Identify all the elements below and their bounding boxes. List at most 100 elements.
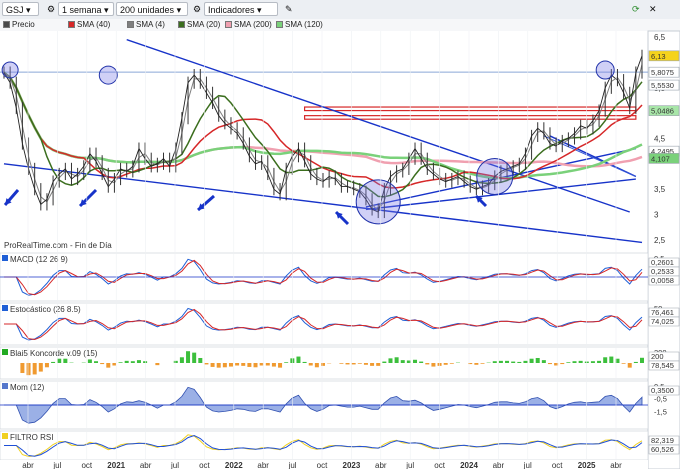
x-axis-tick-label: jul: [170, 461, 179, 469]
koncorde-bar: [20, 363, 25, 374]
koncorde-bar: [363, 363, 368, 365]
koncorde-bar: [547, 363, 552, 365]
chart-canvas[interactable]: 6,55,54,53,532,56,135,80755,55305,04864,…: [0, 0, 680, 469]
koncorde-bar: [566, 362, 571, 363]
koncorde-bar: [357, 363, 362, 364]
x-axis-tick-label: 2022: [225, 461, 243, 469]
koncorde-bar: [296, 356, 301, 363]
koncorde-bar: [51, 361, 56, 363]
x-axis-tick-label: 2025: [578, 461, 596, 469]
koncorde-bar: [523, 360, 528, 363]
koncorde-bar: [376, 363, 381, 366]
koncorde-bar: [106, 363, 111, 368]
koncorde-bar: [425, 363, 430, 365]
koncorde-bar: [590, 361, 595, 363]
koncorde-bar: [278, 363, 283, 368]
sub-panel-swatch: [2, 383, 8, 389]
koncorde-bar: [253, 363, 258, 368]
koncorde-bar: [480, 363, 485, 364]
koncorde-bar: [87, 359, 92, 363]
koncorde-bar: [621, 363, 626, 364]
koncorde-bar: [382, 361, 387, 363]
koncorde-bar: [284, 362, 289, 363]
koncorde-bar: [443, 363, 448, 365]
sub-panel-title: Blai5 Koncorde v.09 (15): [10, 349, 98, 358]
x-axis-tick-label: abr: [493, 461, 505, 469]
koncorde-bar: [517, 361, 522, 363]
koncorde-bar: [228, 363, 233, 367]
highlight-circle: [98, 65, 118, 85]
koncorde-bar: [241, 363, 246, 366]
koncorde-bar: [136, 360, 141, 363]
koncorde-bar: [173, 360, 178, 363]
highlight-circle: [595, 60, 615, 80]
koncorde-bar: [314, 363, 319, 368]
sub-panel-title: Estocástico (26 8.5): [10, 305, 81, 314]
koncorde-bar: [449, 363, 454, 364]
koncorde-bar: [633, 361, 638, 363]
koncorde-bar: [222, 363, 227, 368]
x-axis-tick-label: jul: [405, 461, 414, 469]
koncorde-bar: [210, 363, 215, 367]
koncorde-bar: [265, 363, 270, 366]
koncorde-bar: [124, 360, 129, 363]
x-axis-tick-label: abr: [375, 461, 387, 469]
watermark: ProRealTime.com - Fin de Día: [4, 241, 112, 250]
koncorde-bar: [351, 363, 356, 365]
koncorde-bar: [308, 363, 313, 366]
sub-panel-value: 0,0058: [651, 276, 674, 285]
koncorde-bar: [541, 360, 546, 363]
koncorde-bar: [271, 363, 276, 367]
koncorde-bar: [321, 363, 325, 366]
x-axis-tick-label: 2023: [343, 461, 361, 469]
sub-panel-value: 0,3500: [651, 386, 674, 395]
koncorde-bar: [431, 363, 436, 367]
sub-panel-swatch: [2, 349, 8, 355]
koncorde-bar: [370, 363, 375, 366]
price-tag-label: 4,107: [651, 154, 670, 163]
koncorde-bar: [554, 363, 559, 366]
koncorde-bar: [216, 363, 221, 368]
koncorde-bar: [179, 357, 184, 363]
koncorde-bar: [32, 363, 37, 375]
koncorde-bar: [394, 357, 399, 363]
koncorde-bar: [597, 360, 602, 363]
koncorde-bar: [26, 363, 31, 376]
koncorde-bar: [339, 363, 344, 364]
sub-panel-value: 74,025: [651, 317, 674, 326]
koncorde-bar: [100, 363, 105, 365]
koncorde-bar: [302, 361, 307, 363]
koncorde-bar: [498, 360, 503, 363]
price-tag-label: 6,13: [651, 52, 666, 61]
sub-panel-value: 0,2533: [651, 267, 674, 276]
koncorde-bar: [112, 363, 117, 366]
koncorde-bar: [560, 363, 565, 365]
sub-panel-title: FILTRO RSI: [10, 433, 53, 442]
koncorde-bar: [155, 363, 160, 366]
koncorde-bar: [247, 363, 252, 367]
x-axis-tick-label: oct: [434, 461, 445, 469]
x-axis-tick-label: jul: [288, 461, 297, 469]
koncorde-bar: [640, 357, 644, 363]
koncorde-bar: [419, 361, 424, 363]
x-axis-tick-label: 2021: [107, 461, 125, 469]
sub-panel-value: 0,2601: [651, 258, 674, 267]
koncorde-bar: [57, 358, 62, 363]
koncorde-bar: [511, 361, 516, 363]
koncorde-bar: [400, 360, 405, 363]
x-axis-tick-label: oct: [317, 461, 328, 469]
koncorde-bar: [578, 360, 583, 363]
koncorde-bar: [529, 358, 534, 363]
koncorde-bar: [235, 363, 240, 366]
koncorde-bar: [572, 361, 577, 363]
koncorde-bar: [603, 357, 608, 363]
x-axis-tick-label: abr: [257, 461, 269, 469]
x-axis-tick-label: abr: [22, 461, 34, 469]
koncorde-bar: [38, 363, 43, 372]
x-axis-tick-label: oct: [199, 461, 210, 469]
sub-panel-value: 82,319: [651, 436, 674, 445]
highlight-circle: [476, 157, 514, 195]
x-axis-tick-label: abr: [140, 461, 152, 469]
sub-panel-swatch: [2, 433, 8, 439]
x-axis-tick-label: oct: [81, 461, 92, 469]
